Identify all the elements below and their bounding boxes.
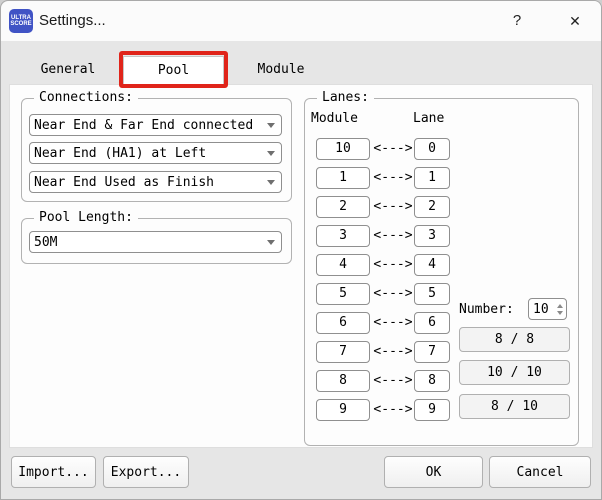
- module-input-row8[interactable]: 7: [316, 341, 370, 363]
- lane-input-row9[interactable]: 8: [414, 370, 450, 392]
- pool-length-value: 50M: [34, 235, 57, 250]
- module-column-header: Module: [311, 111, 358, 126]
- ultrascore-app-icon: ULTRA SCORE: [9, 9, 33, 33]
- spinner-up-icon[interactable]: [557, 304, 563, 308]
- chevron-down-icon: [267, 151, 275, 156]
- lane-preset-8-10-button[interactable]: 8 / 10: [459, 394, 570, 419]
- mapping-arrow: <--->: [373, 399, 413, 421]
- tab-module[interactable]: Module: [231, 56, 331, 84]
- lane-column-header: Lane: [413, 111, 444, 126]
- spinner-arrows[interactable]: [554, 304, 566, 315]
- module-input-row7[interactable]: 6: [316, 312, 370, 334]
- near-end-position-select[interactable]: Near End (HA1) at Left: [29, 142, 282, 164]
- lane-preset-10-10-button[interactable]: 10 / 10: [459, 360, 570, 385]
- near-end-position-value: Near End (HA1) at Left: [34, 146, 206, 161]
- lane-input-row2[interactable]: 1: [414, 167, 450, 189]
- connection-type-select[interactable]: Near End & Far End connected: [29, 114, 282, 136]
- mapping-arrow: <--->: [373, 341, 413, 363]
- module-input-row10[interactable]: 9: [316, 399, 370, 421]
- ok-button[interactable]: OK: [384, 456, 483, 488]
- lane-input-row8[interactable]: 7: [414, 341, 450, 363]
- module-input-row6[interactable]: 5: [316, 283, 370, 305]
- window-title: Settings...: [39, 1, 106, 41]
- lane-input-row3[interactable]: 2: [414, 196, 450, 218]
- module-input-row2[interactable]: 1: [316, 167, 370, 189]
- module-input-row1[interactable]: 10: [316, 138, 370, 160]
- export-button[interactable]: Export...: [103, 456, 189, 488]
- module-input-row3[interactable]: 2: [316, 196, 370, 218]
- near-end-usage-select[interactable]: Near End Used as Finish: [29, 171, 282, 193]
- module-input-row5[interactable]: 4: [316, 254, 370, 276]
- lanes-group-title: Lanes:: [317, 90, 374, 105]
- pool-length-group-title: Pool Length:: [34, 210, 138, 225]
- tab-pool[interactable]: Pool: [123, 56, 224, 84]
- cancel-button[interactable]: Cancel: [489, 456, 591, 488]
- lane-input-row4[interactable]: 3: [414, 225, 450, 247]
- mapping-arrow: <--->: [373, 370, 413, 392]
- close-icon[interactable]: ✕: [559, 6, 591, 36]
- number-spinner[interactable]: 10: [528, 298, 567, 320]
- connections-group-title: Connections:: [34, 90, 138, 105]
- mapping-arrow: <--->: [373, 312, 413, 334]
- chevron-down-icon: [267, 240, 275, 245]
- app-icon-text-bottom: SCORE: [10, 21, 31, 27]
- mapping-arrow: <--->: [373, 283, 413, 305]
- settings-dialog: ULTRA SCORE Settings... ? ✕ General Pool…: [0, 0, 602, 500]
- number-spinner-value: 10: [529, 302, 554, 317]
- pool-length-select[interactable]: 50M: [29, 231, 282, 253]
- module-input-row9[interactable]: 8: [316, 370, 370, 392]
- lane-preset-8-8-button[interactable]: 8 / 8: [459, 327, 570, 352]
- import-button[interactable]: Import...: [11, 456, 96, 488]
- chevron-down-icon: [267, 180, 275, 185]
- mapping-arrow: <--->: [373, 196, 413, 218]
- near-end-usage-value: Near End Used as Finish: [34, 175, 214, 190]
- lane-input-row10[interactable]: 9: [414, 399, 450, 421]
- mapping-arrow: <--->: [373, 138, 413, 160]
- chevron-down-icon: [267, 123, 275, 128]
- mapping-arrow: <--->: [373, 225, 413, 247]
- help-button[interactable]: ?: [501, 6, 533, 36]
- lane-input-row1[interactable]: 0: [414, 138, 450, 160]
- connection-type-value: Near End & Far End connected: [34, 118, 253, 133]
- title-bar: ULTRA SCORE Settings... ? ✕: [1, 1, 602, 41]
- spinner-down-icon[interactable]: [557, 311, 563, 315]
- lane-input-row7[interactable]: 6: [414, 312, 450, 334]
- mapping-arrow: <--->: [373, 167, 413, 189]
- mapping-arrow: <--->: [373, 254, 413, 276]
- number-label: Number:: [459, 302, 514, 317]
- module-input-row4[interactable]: 3: [316, 225, 370, 247]
- lane-input-row6[interactable]: 5: [414, 283, 450, 305]
- tab-general[interactable]: General: [19, 56, 117, 84]
- lane-input-row5[interactable]: 4: [414, 254, 450, 276]
